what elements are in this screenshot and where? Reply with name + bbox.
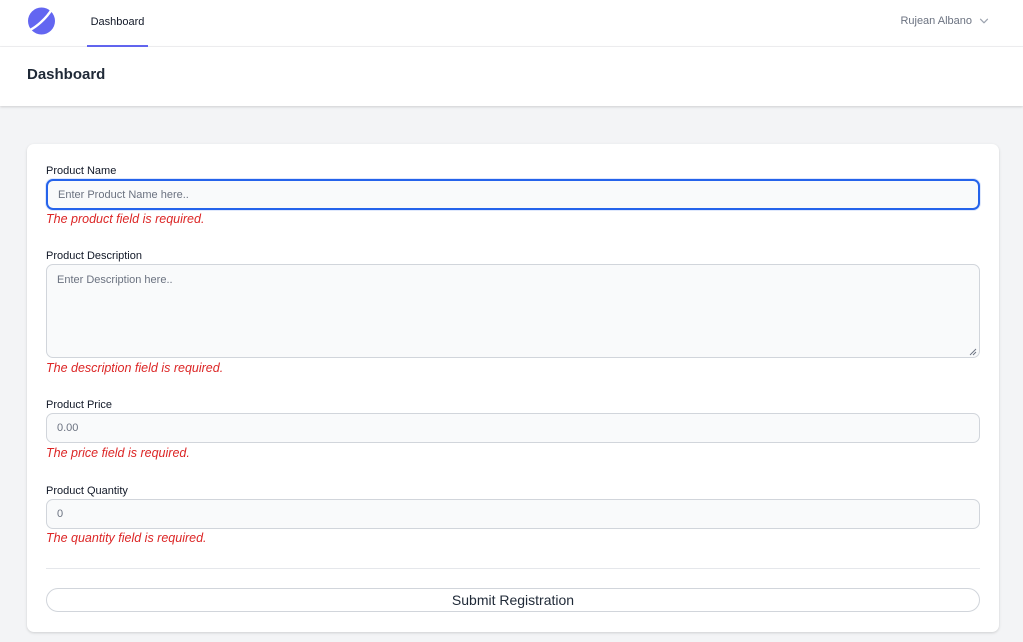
- resize-handle-icon[interactable]: [969, 348, 977, 356]
- product-description-error: The description field is required.: [46, 361, 224, 375]
- product-price-input[interactable]: [46, 413, 980, 443]
- form-divider: [46, 568, 980, 569]
- product-name-input[interactable]: [46, 179, 980, 210]
- product-name-label: Product Name: [46, 165, 117, 177]
- submit-registration-button[interactable]: Submit Registration: [46, 588, 980, 612]
- product-quantity-input[interactable]: [46, 499, 980, 529]
- product-description-label: Product Description: [46, 250, 142, 262]
- product-quantity-label: Product Quantity: [46, 485, 128, 497]
- product-description-textarea[interactable]: [46, 264, 980, 358]
- product-form-card: Product Name The product field is requir…: [27, 144, 999, 632]
- chevron-down-icon: [979, 18, 989, 24]
- nav-link-dashboard[interactable]: Dashboard: [87, 0, 148, 47]
- page-title: Dashboard: [27, 66, 106, 83]
- logo-icon[interactable]: [27, 6, 56, 35]
- product-quantity-error: The quantity field is required.: [46, 531, 207, 545]
- user-name: Rujean Albano: [900, 15, 972, 27]
- page-header: Dashboard: [0, 47, 1023, 106]
- product-price-error: The price field is required.: [46, 446, 190, 460]
- top-navbar: Dashboard Rujean Albano: [0, 0, 1023, 47]
- user-menu[interactable]: Rujean Albano: [900, 12, 989, 30]
- product-price-label: Product Price: [46, 399, 113, 411]
- product-name-error: The product field is required.: [46, 212, 205, 226]
